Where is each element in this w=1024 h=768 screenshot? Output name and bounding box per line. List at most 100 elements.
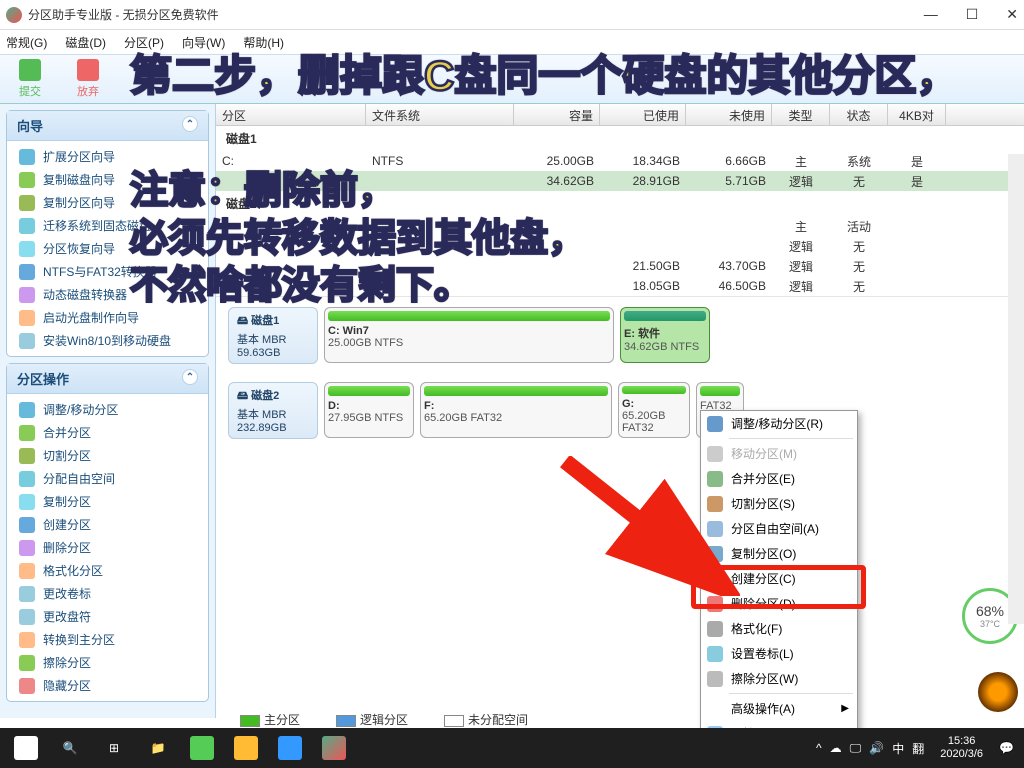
ops-panel: 分区操作 ⌃ 调整/移动分区合并分区切割分区分配自由空间复制分区创建分区删除分区格…: [6, 363, 209, 702]
ctx-item-0[interactable]: 调整/移动分区(R): [701, 411, 857, 436]
tray-display-icon[interactable]: 🖵: [850, 741, 862, 756]
ops-item-8[interactable]: 更改卷标: [7, 582, 208, 605]
col-capacity[interactable]: 容量: [514, 104, 600, 125]
disk-map-partition[interactable]: G:65.20GB FAT32: [618, 382, 690, 438]
ops-item-9[interactable]: 更改盘符: [7, 605, 208, 628]
menu-help[interactable]: 帮助(H): [243, 34, 284, 51]
tray-ime2-icon[interactable]: 翻: [912, 740, 924, 757]
ctx-item-9[interactable]: 设置卷标(L): [701, 641, 857, 666]
col-partition[interactable]: 分区: [216, 104, 366, 125]
explorer-button[interactable]: 📁: [136, 728, 180, 768]
ops-panel-title: 分区操作: [17, 369, 69, 388]
disk-map-row: 🖴 磁盘1基本 MBR59.63GBC: Win725.00GB NTFSE: …: [228, 307, 1012, 364]
wizard-item-8[interactable]: 安装Win8/10到移动硬盘: [7, 329, 208, 352]
nav-label: 启动光盘制作向导: [43, 309, 139, 326]
disk-map-disk[interactable]: 🖴 磁盘1基本 MBR59.63GB: [228, 307, 318, 364]
nav-icon: [19, 402, 35, 418]
ops-item-4[interactable]: 复制分区: [7, 490, 208, 513]
ops-item-7[interactable]: 格式化分区: [7, 559, 208, 582]
tray-volume-icon[interactable]: 🔊: [869, 741, 884, 755]
col-free[interactable]: 未使用: [686, 104, 772, 125]
taskbar-app1[interactable]: [180, 728, 224, 768]
collapse-icon[interactable]: ⌃: [182, 369, 198, 385]
nav-icon: [19, 448, 35, 464]
start-button[interactable]: [4, 728, 48, 768]
taskbar-app4[interactable]: [312, 728, 356, 768]
taskbar-app3[interactable]: [268, 728, 312, 768]
collapse-icon[interactable]: ⌃: [182, 116, 198, 132]
wizard-item-0[interactable]: 扩展分区向导: [7, 145, 208, 168]
ops-item-1[interactable]: 合并分区: [7, 421, 208, 444]
ctx-label: 高级操作(A): [731, 700, 795, 717]
ops-item-5[interactable]: 创建分区: [7, 513, 208, 536]
menu-general[interactable]: 常规(G): [6, 34, 47, 51]
disk-map-partition[interactable]: D:27.95GB NTFS: [324, 382, 414, 438]
ctx-item-8[interactable]: 格式化(F): [701, 616, 857, 641]
nav-icon: [19, 333, 35, 349]
nav-icon: [19, 586, 35, 602]
tray-ime-icon[interactable]: 中: [892, 740, 904, 757]
ctx-label: 格式化(F): [731, 620, 782, 637]
col-type[interactable]: 类型: [772, 104, 830, 125]
context-menu: 调整/移动分区(R) 移动分区(M) 合并分区(E)切割分区(S)分区自由空间(A)…: [700, 410, 858, 747]
col-filesystem[interactable]: 文件系统: [366, 104, 514, 125]
menu-partition[interactable]: 分区(P): [124, 34, 164, 51]
discard-button[interactable]: 放弃: [64, 59, 112, 99]
ctx-item-10[interactable]: 擦除分区(W): [701, 666, 857, 691]
maximize-button[interactable]: ☐: [966, 6, 979, 23]
col-status[interactable]: 状态: [830, 104, 888, 125]
ctx-item-1[interactable]: 移动分区(M): [701, 441, 857, 466]
ctx-item-11[interactable]: 高级操作(A) ▶: [701, 696, 857, 721]
ctx-item-4[interactable]: 分区自由空间(A): [701, 516, 857, 541]
disk-header[interactable]: 磁盘1: [216, 126, 1024, 151]
menu-wizard[interactable]: 向导(W): [182, 34, 225, 51]
ops-item-10[interactable]: 转换到主分区: [7, 628, 208, 651]
scrollbar[interactable]: [1008, 154, 1024, 624]
wizard-panel-title: 向导: [17, 116, 43, 135]
tray-app-icon[interactable]: [978, 672, 1018, 712]
task-view-button[interactable]: ⊞: [92, 728, 136, 768]
nav-icon: [19, 264, 35, 280]
ops-item-0[interactable]: 调整/移动分区: [7, 398, 208, 421]
ctx-item-5[interactable]: 复制分区(O): [701, 541, 857, 566]
ops-item-12[interactable]: 隐藏分区: [7, 674, 208, 697]
disk-map-partition[interactable]: F:65.20GB FAT32: [420, 382, 612, 438]
nav-icon: [19, 494, 35, 510]
ops-item-2[interactable]: 切割分区: [7, 444, 208, 467]
nav-icon: [19, 609, 35, 625]
ctx-item-7[interactable]: 删除分区(D): [701, 591, 857, 616]
close-button[interactable]: ✕: [1006, 6, 1018, 23]
search-button[interactable]: 🔍: [48, 728, 92, 768]
ctx-icon: [707, 621, 723, 637]
disk-map-partition[interactable]: E: 软件34.62GB NTFS: [620, 307, 710, 363]
menu-disk[interactable]: 磁盘(D): [65, 34, 106, 51]
ctx-item-2[interactable]: 合并分区(E): [701, 466, 857, 491]
col-4k[interactable]: 4KB对齐: [888, 104, 946, 125]
ops-item-3[interactable]: 分配自由空间: [7, 467, 208, 490]
ctx-item-6[interactable]: 创建分区(C): [701, 566, 857, 591]
disk-map-partition[interactable]: C: Win725.00GB NTFS: [324, 307, 614, 363]
taskbar-clock[interactable]: 15:362020/3/6: [940, 735, 983, 761]
ctx-icon: [707, 471, 723, 487]
tray-up-icon[interactable]: ^: [816, 741, 822, 755]
col-used[interactable]: 已使用: [600, 104, 686, 125]
tray-cloud-icon[interactable]: ☁: [830, 741, 842, 755]
chevron-right-icon: ▶: [841, 703, 849, 714]
ops-item-11[interactable]: 擦除分区: [7, 651, 208, 674]
disk-map-row: 🖴 磁盘2基本 MBR232.89GBD:27.95GB NTFSF:65.20…: [228, 382, 1012, 439]
minimize-button[interactable]: —: [924, 6, 938, 23]
ctx-label: 移动分区(M): [731, 445, 797, 462]
nav-label: 扩展分区向导: [43, 148, 115, 165]
ctx-item-3[interactable]: 切割分区(S): [701, 491, 857, 516]
cross-icon: [77, 59, 99, 81]
notification-button[interactable]: 💬: [999, 741, 1014, 755]
commit-button[interactable]: 提交: [6, 59, 54, 99]
title-bar: 分区助手专业版 - 无损分区免费软件 — ☐ ✕: [0, 0, 1024, 30]
disk-map-disk[interactable]: 🖴 磁盘2基本 MBR232.89GB: [228, 382, 318, 439]
taskbar-app2[interactable]: [224, 728, 268, 768]
nav-label: 复制分区: [43, 493, 91, 510]
overlay-step: 第二步，删掉跟C盘同一个硬盘的其他分区，: [130, 50, 958, 103]
nav-icon: [19, 149, 35, 165]
ops-item-6[interactable]: 删除分区: [7, 536, 208, 559]
nav-label: 擦除分区: [43, 654, 91, 671]
